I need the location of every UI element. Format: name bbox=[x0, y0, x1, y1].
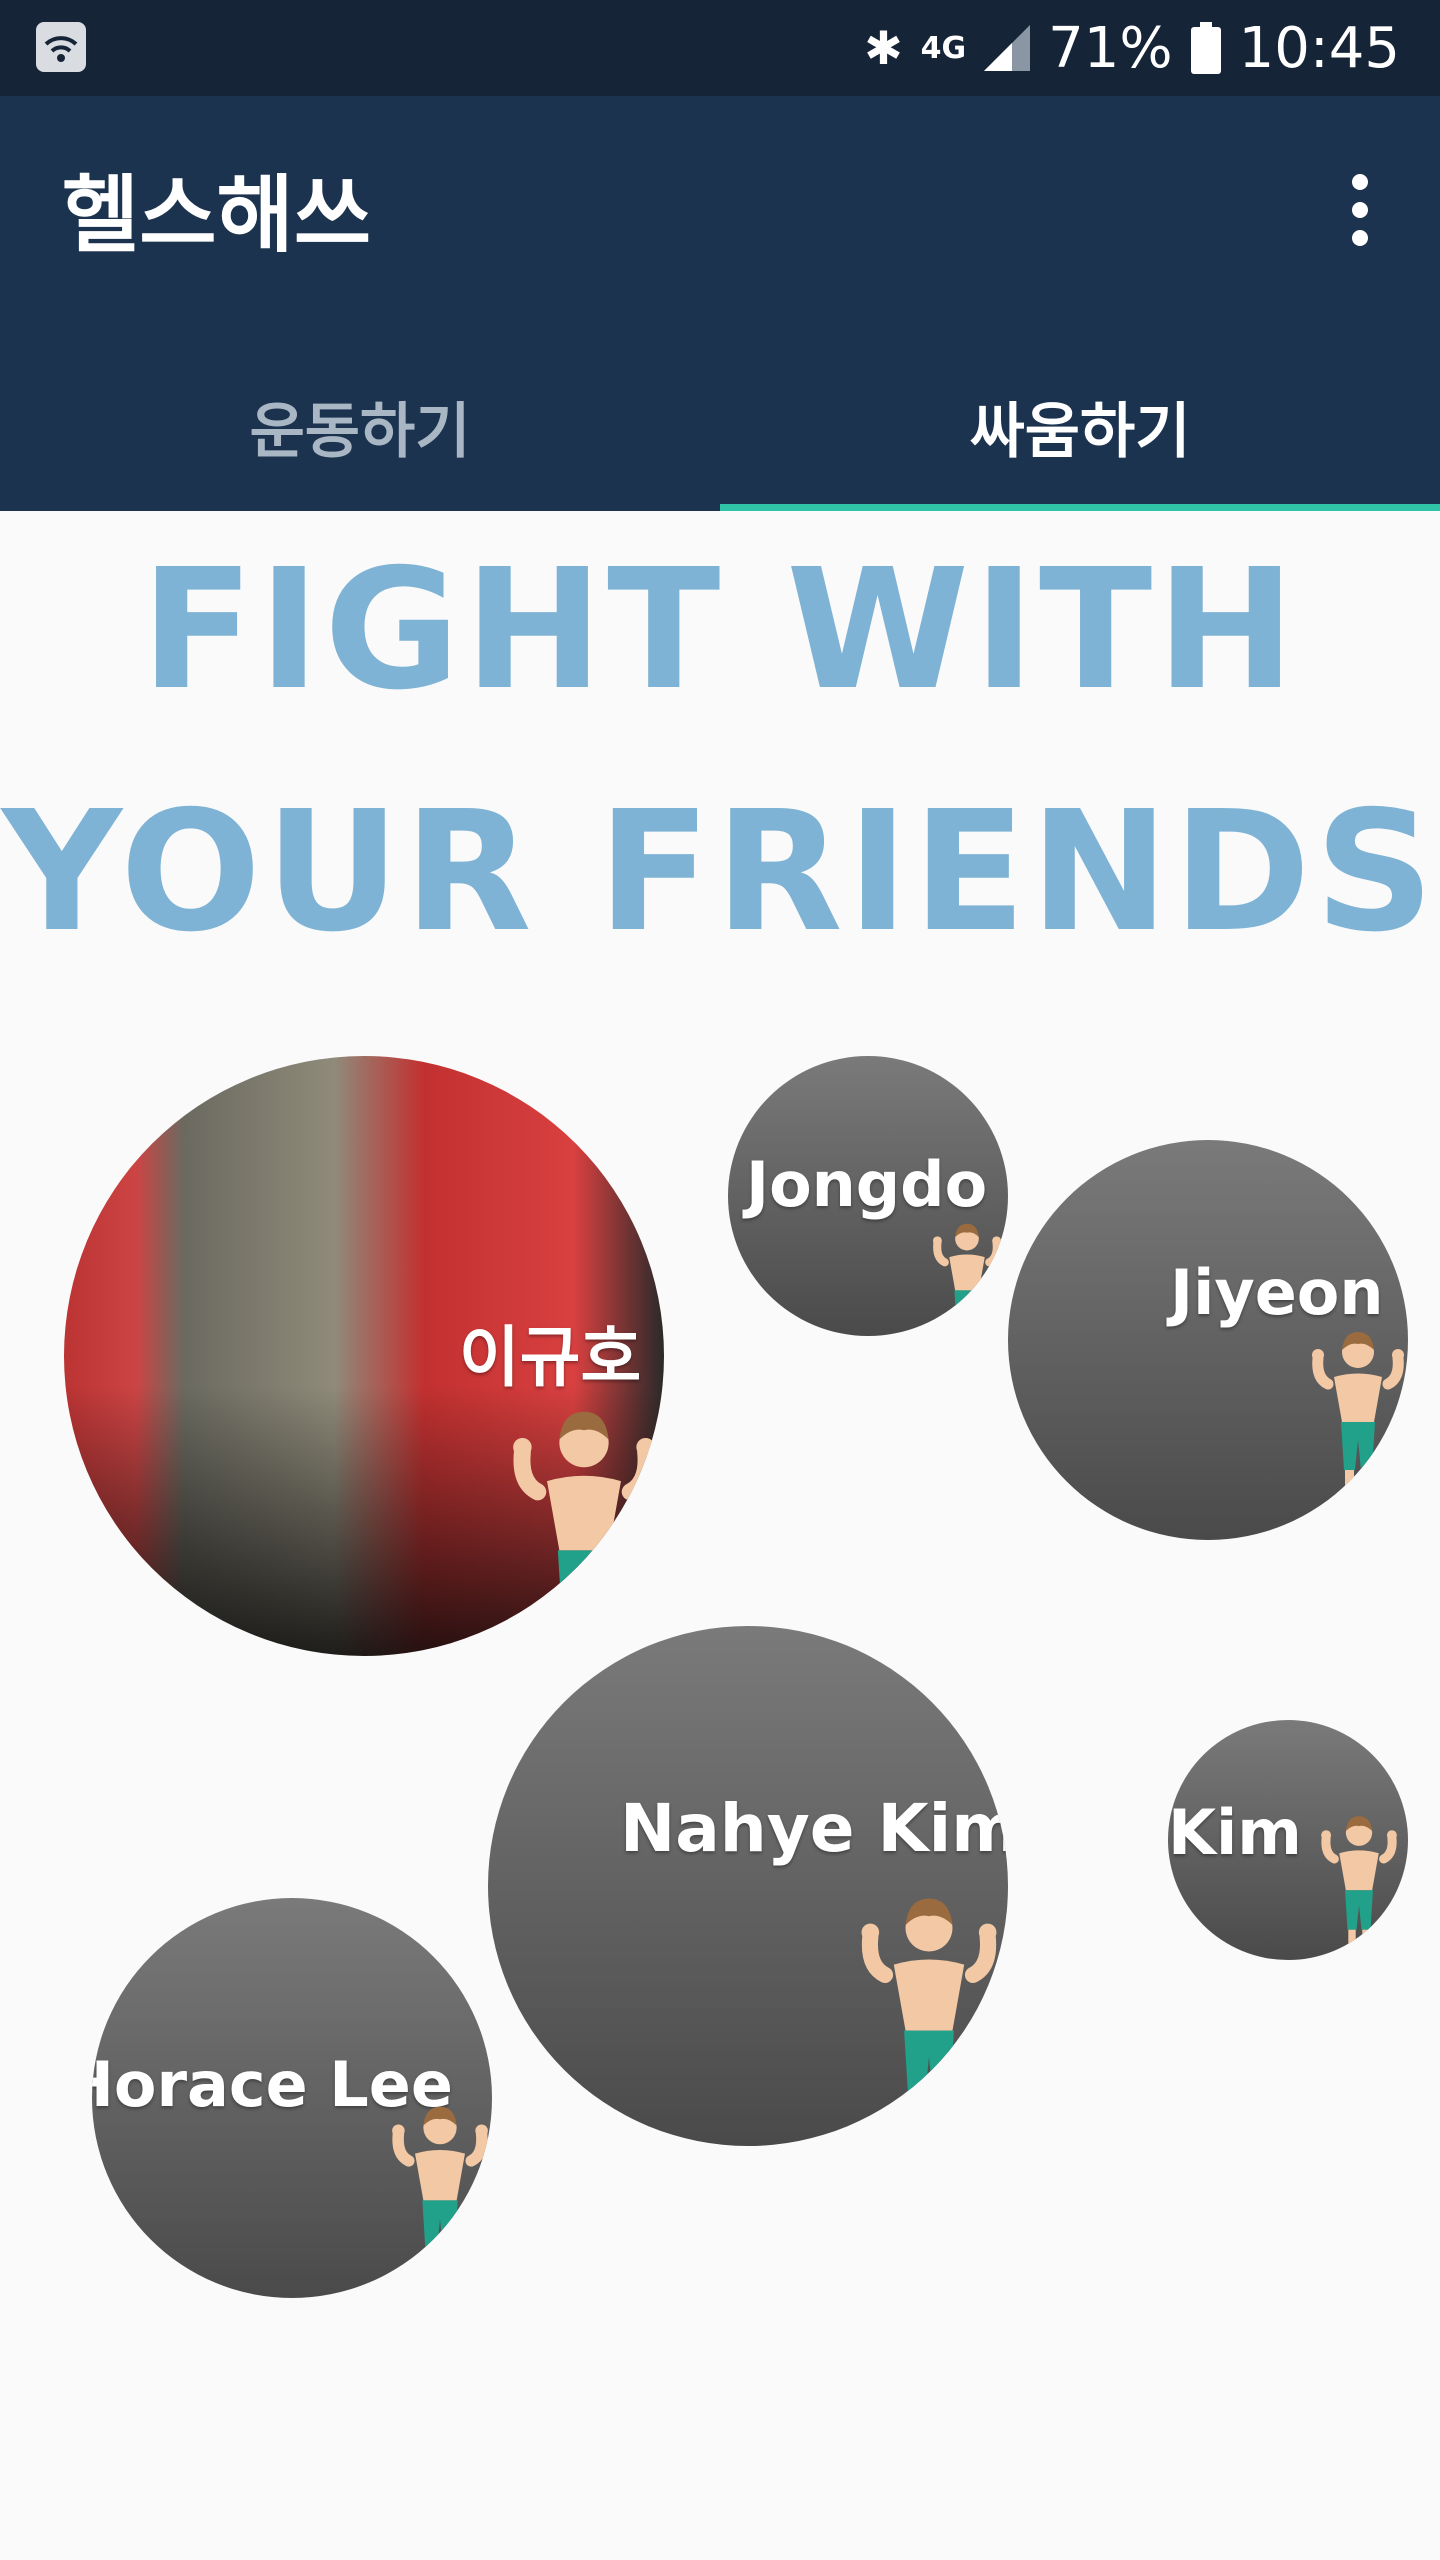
headline-line-1: FIGHT WITH bbox=[140, 534, 1300, 727]
friend-bubble-5[interactable]: Kim bbox=[1168, 1720, 1408, 1960]
app-bar: 헬스해쓰 운동하기 싸움하기 bbox=[0, 96, 1440, 511]
friend-bubble-1[interactable]: 이규호 bbox=[64, 1056, 664, 1656]
friend-bubble-2[interactable]: Jongdo bbox=[728, 1056, 1008, 1336]
muscle-figure-icon bbox=[854, 1884, 1004, 2146]
tab-fight[interactable]: 싸움하기 bbox=[720, 356, 1440, 496]
status-bar: ✱ 4G 71% 10:45 bbox=[0, 0, 1440, 96]
friend-bubble-4[interactable]: Nahye Kim bbox=[488, 1626, 1008, 2146]
battery-icon bbox=[1190, 22, 1221, 74]
overflow-menu-icon[interactable] bbox=[1340, 174, 1380, 246]
status-indicators: ✱ 4G 71% 10:45 bbox=[864, 0, 1400, 96]
bluetooth-icon: ✱ bbox=[864, 21, 903, 75]
tab-indicator bbox=[720, 504, 1440, 511]
friend-bubble-3[interactable]: Jiyeon bbox=[1008, 1140, 1408, 1540]
signal-icon bbox=[984, 25, 1031, 71]
clock: 10:45 bbox=[1238, 15, 1400, 81]
tab-exercise[interactable]: 운동하기 bbox=[0, 356, 720, 496]
friend-name: Jongdo bbox=[746, 1148, 988, 1221]
friend-name: Kim bbox=[1168, 1796, 1302, 1869]
app-title: 헬스해쓰 bbox=[62, 166, 372, 264]
battery-percent: 71% bbox=[1048, 15, 1173, 81]
network-type: 4G bbox=[920, 30, 967, 66]
muscle-figure-icon bbox=[930, 1216, 1004, 1336]
muscle-figure-icon bbox=[388, 2090, 492, 2290]
muscle-figure-icon bbox=[1312, 1808, 1406, 1956]
wifi-icon bbox=[36, 22, 86, 72]
headline-line-2: YOUR FRIENDS bbox=[1, 776, 1439, 969]
friend-name: Nahye Kim bbox=[620, 1790, 1008, 1867]
muscle-figure-icon bbox=[507, 1396, 661, 1656]
muscle-figure-icon bbox=[1308, 1314, 1408, 1510]
friend-bubble-6[interactable]: Horace Lee bbox=[92, 1898, 492, 2298]
friend-name: 이규호 bbox=[459, 1319, 642, 1396]
